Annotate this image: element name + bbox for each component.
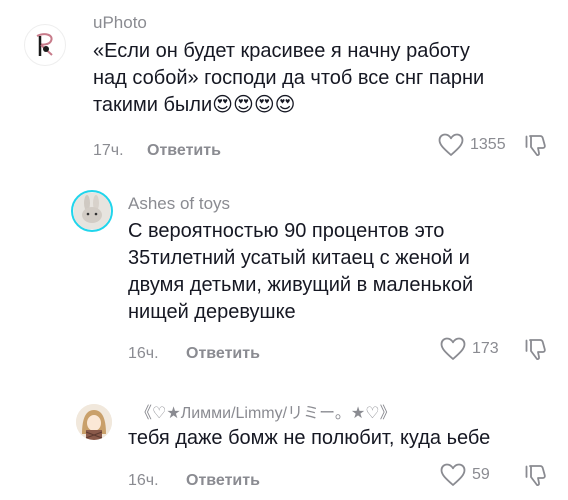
comment-text-line: тебя даже бомж не полюбит, куда ьебе — [128, 427, 491, 449]
comment-text-line: над собой» господи да чтоб все снг парни — [93, 67, 485, 89]
comment-username[interactable]: 《♡★Лимми/Limmy/リミー。★♡》 — [136, 399, 396, 423]
comment-text: тебя даже бомж не полюбит, куда ьебе — [128, 425, 548, 452]
reply-comment-item: 《♡★Лимми/Limmy/リミー。★♡》 тебя даже бомж не… — [0, 380, 568, 500]
like-button[interactable]: 59 — [440, 463, 490, 487]
comment-text-line: «Если он будет красивее я начну работу — [93, 40, 470, 62]
reply-comment-item: Ashes of toys С вероятностью 90 проценто… — [0, 170, 568, 380]
avatar[interactable] — [76, 404, 112, 440]
dislike-button[interactable] — [524, 463, 548, 487]
comment-text-line: двумя детьми, живущий в маленькой — [128, 274, 474, 296]
reply-button[interactable]: Ответить — [186, 472, 260, 490]
like-button[interactable]: 1355 — [438, 133, 506, 157]
heart-outline-icon — [440, 337, 466, 360]
avatar[interactable] — [71, 190, 113, 232]
like-count: 1355 — [470, 136, 506, 153]
reply-button[interactable]: Ответить — [186, 345, 260, 363]
comment-text-line: такими были😍😍😍😍 — [93, 94, 296, 116]
photographer-logo-icon — [36, 33, 53, 56]
comment-username[interactable]: Ashes of toys — [128, 194, 230, 214]
bunny-avatar-icon — [74, 193, 110, 229]
heart-outline-icon — [440, 463, 466, 486]
dislike-button[interactable] — [524, 337, 548, 361]
comment-username[interactable]: uPhoto — [93, 13, 147, 33]
comment-time: 17ч. — [93, 142, 124, 159]
dislike-button[interactable] — [524, 133, 548, 157]
like-button[interactable]: 173 — [440, 337, 499, 361]
comment-item: uPhoto «Если он будет красивее я начну р… — [0, 0, 568, 170]
comment-text: С вероятностью 90 процентов это 35тилетн… — [128, 218, 548, 326]
avatar[interactable] — [24, 24, 66, 66]
thumbs-down-outline-icon — [525, 135, 546, 157]
thumbs-down-outline-icon — [525, 465, 546, 487]
heart-outline-icon — [438, 133, 464, 156]
thumbs-down-outline-icon — [525, 339, 546, 361]
comment-time: 16ч. — [128, 472, 159, 489]
like-count: 59 — [472, 466, 490, 483]
comment-text: «Если он будет красивее я начну работу н… — [93, 38, 553, 119]
like-count: 173 — [472, 340, 499, 357]
comment-time: 16ч. — [128, 345, 159, 362]
comment-text-line: нищей деревушке — [128, 301, 296, 323]
comment-text-line: 35тилетний усатый китаец с женой и — [128, 247, 470, 269]
anime-girl-avatar-icon — [76, 404, 112, 440]
reply-button[interactable]: Ответить — [147, 142, 221, 160]
comment-text-line: С вероятностью 90 процентов это — [128, 220, 445, 242]
